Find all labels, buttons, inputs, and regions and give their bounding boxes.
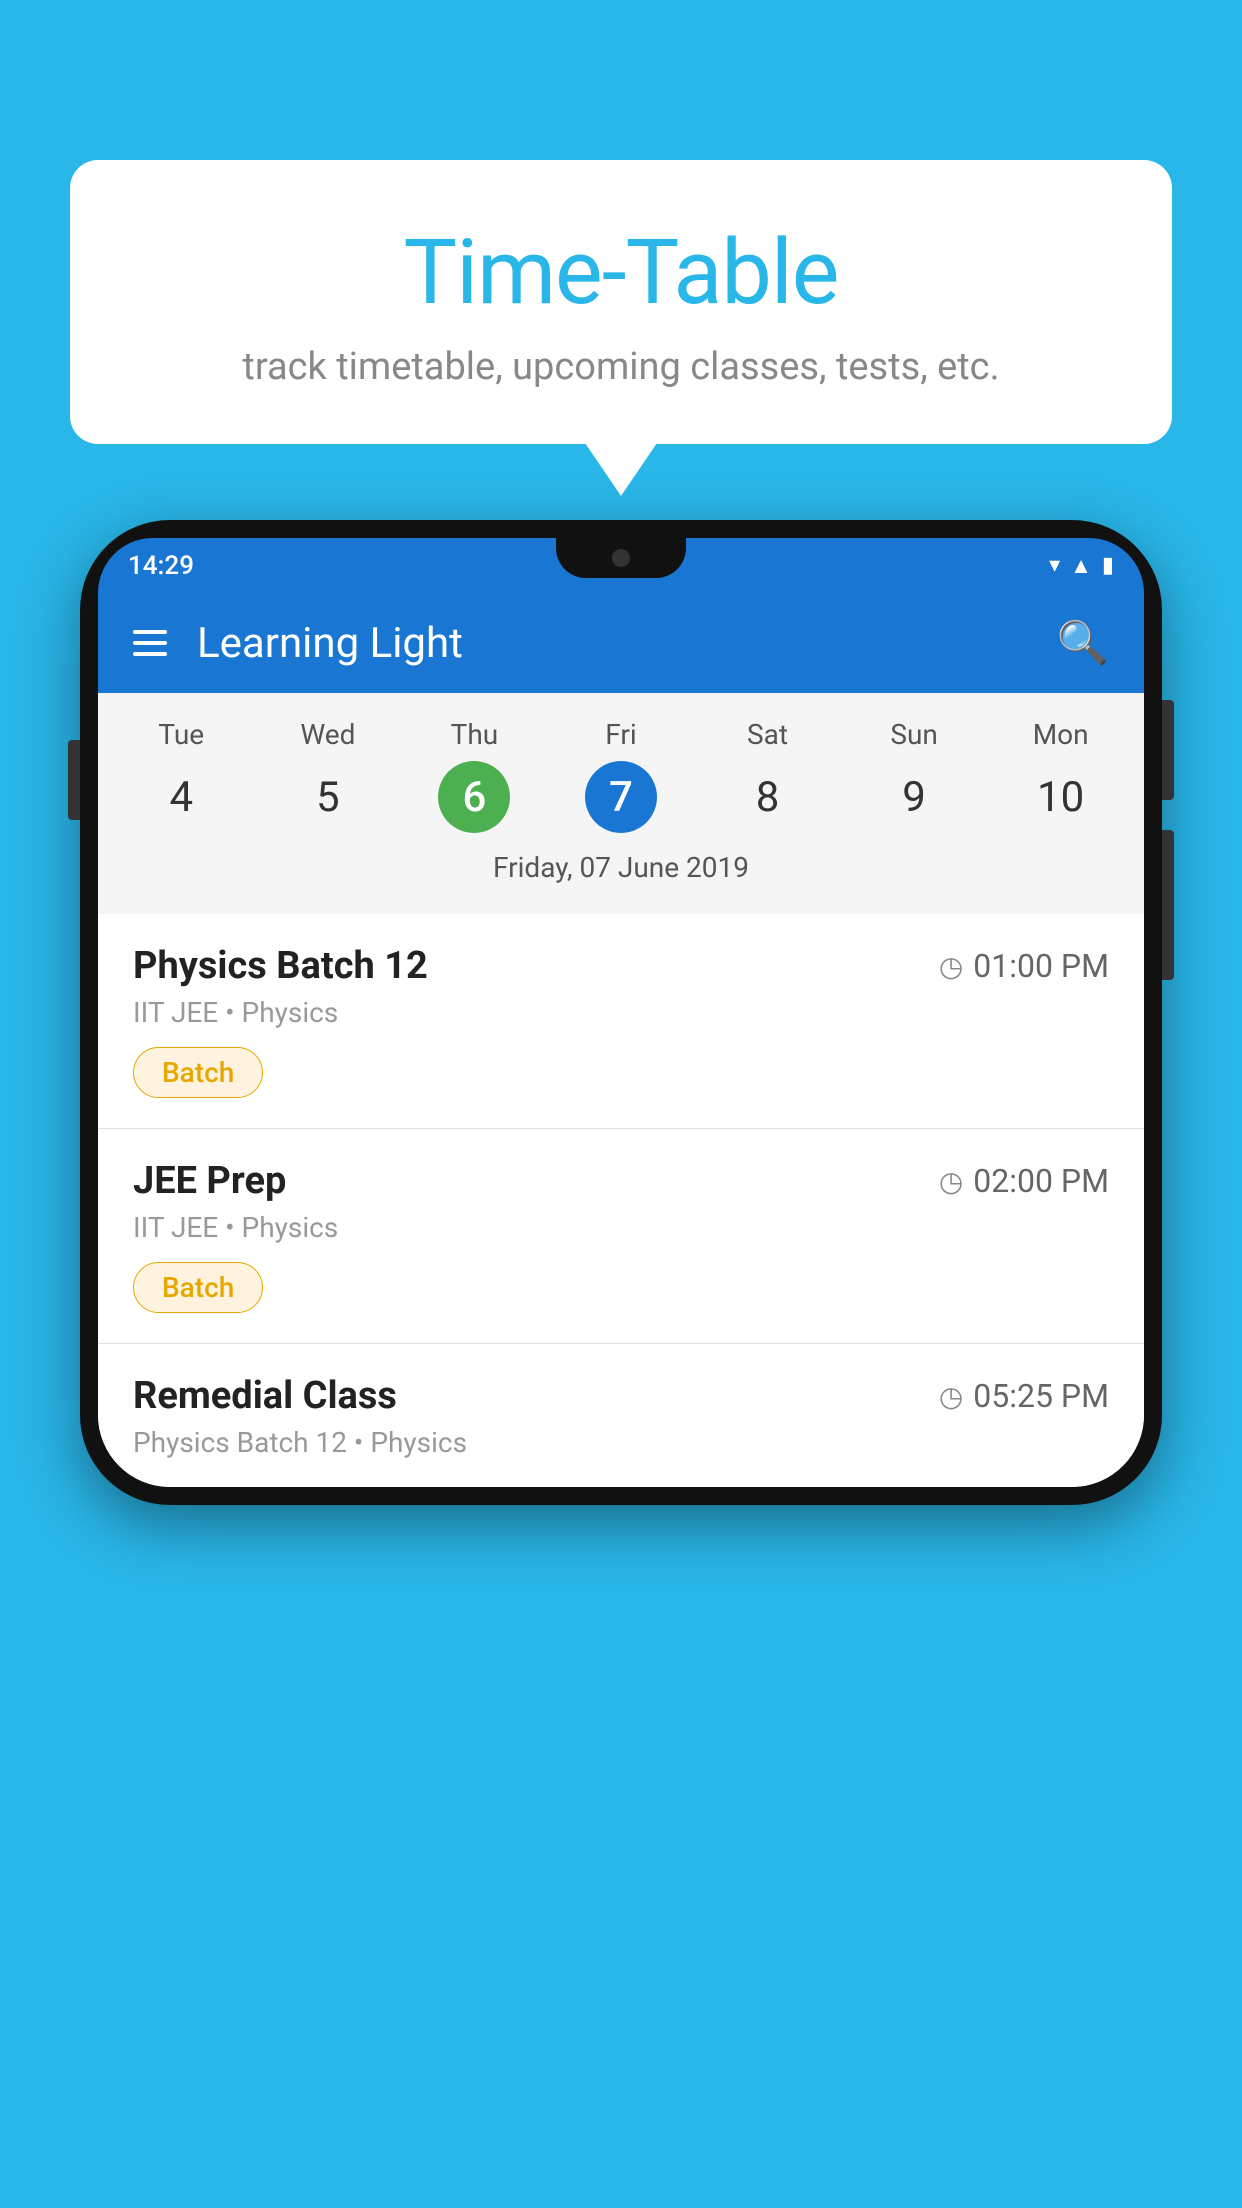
day-number: 8 bbox=[732, 761, 804, 833]
status-time: 14:29 bbox=[128, 551, 194, 581]
search-icon[interactable]: 🔍 bbox=[1057, 619, 1109, 668]
volume-button bbox=[68, 740, 80, 820]
batch-badge: Batch bbox=[133, 1262, 263, 1313]
hamburger-line-3 bbox=[133, 652, 167, 656]
day-cell-mon[interactable]: Mon 10 bbox=[989, 718, 1133, 833]
speech-bubble: Time-Table track timetable, upcoming cla… bbox=[70, 160, 1172, 444]
day-name: Sat bbox=[747, 718, 788, 751]
day-cell-sat[interactable]: Sat 8 bbox=[696, 718, 840, 833]
day-cell-thu[interactable]: Thu 6 bbox=[403, 718, 547, 833]
day-number: 7 bbox=[585, 761, 657, 833]
status-bar: 14:29 ▾ ▲ ▮ bbox=[98, 538, 1144, 593]
schedule-title: Physics Batch 12 bbox=[133, 944, 428, 988]
schedule-time: ◷ 02:00 PM bbox=[939, 1162, 1109, 1200]
schedule-title: JEE Prep bbox=[133, 1159, 286, 1203]
day-number: 10 bbox=[1025, 761, 1097, 833]
schedule-title: Remedial Class bbox=[133, 1374, 397, 1418]
selected-date-label: Friday, 07 June 2019 bbox=[98, 843, 1144, 899]
day-name: Sun bbox=[890, 718, 938, 751]
schedule-subtitle: IIT JEE • Physics bbox=[133, 996, 1109, 1029]
schedule-time: ◷ 01:00 PM bbox=[939, 947, 1109, 985]
days-row: Tue 4 Wed 5 Thu 6 Fri 7 Sat 8 Sun 9 Mon 10 bbox=[98, 718, 1144, 833]
day-cell-fri[interactable]: Fri 7 bbox=[549, 718, 693, 833]
speech-bubble-container: Time-Table track timetable, upcoming cla… bbox=[70, 160, 1172, 444]
notch bbox=[556, 538, 686, 578]
schedule-item[interactable]: Physics Batch 12 ◷ 01:00 PM IIT JEE • Ph… bbox=[98, 914, 1144, 1129]
battery-icon: ▮ bbox=[1102, 553, 1114, 578]
phone-screen: Tue 4 Wed 5 Thu 6 Fri 7 Sat 8 Sun 9 Mon 10 Friday, 07… bbox=[98, 693, 1144, 1487]
wifi-icon: ▾ bbox=[1049, 553, 1060, 578]
day-cell-sun[interactable]: Sun 9 bbox=[842, 718, 986, 833]
day-name: Thu bbox=[451, 718, 499, 751]
schedule-item-partial: Remedial Class ◷ 05:25 PM Physics Batch … bbox=[98, 1344, 1144, 1487]
status-icons: ▾ ▲ ▮ bbox=[1049, 553, 1114, 579]
day-number: 9 bbox=[878, 761, 950, 833]
menu-icon[interactable] bbox=[133, 630, 167, 656]
batch-badge: Batch bbox=[133, 1047, 263, 1098]
hamburger-line-2 bbox=[133, 641, 167, 645]
day-name: Fri bbox=[605, 718, 636, 751]
clock-icon: ◷ bbox=[939, 1165, 963, 1198]
day-number: 6 bbox=[438, 761, 510, 833]
power-button-2 bbox=[1162, 830, 1174, 980]
day-number: 5 bbox=[292, 761, 364, 833]
signal-icon: ▲ bbox=[1070, 553, 1092, 579]
schedule-item[interactable]: JEE Prep ◷ 02:00 PM IIT JEE • Physics Ba… bbox=[98, 1129, 1144, 1344]
day-name: Tue bbox=[158, 718, 204, 751]
schedule-subtitle: IIT JEE • Physics bbox=[133, 1211, 1109, 1244]
app-title: Learning Light bbox=[197, 619, 463, 668]
schedule-item-header: Remedial Class ◷ 05:25 PM bbox=[133, 1374, 1109, 1418]
hamburger-line-1 bbox=[133, 630, 167, 634]
day-name: Mon bbox=[1033, 718, 1089, 751]
calendar-strip: Tue 4 Wed 5 Thu 6 Fri 7 Sat 8 Sun 9 Mon 10 Friday, 07… bbox=[98, 693, 1144, 914]
schedule-item-header: JEE Prep ◷ 02:00 PM bbox=[133, 1159, 1109, 1203]
clock-icon: ◷ bbox=[939, 1380, 963, 1413]
day-cell-tue[interactable]: Tue 4 bbox=[109, 718, 253, 833]
schedule-subtitle: Physics Batch 12 • Physics bbox=[133, 1426, 1109, 1459]
app-bar-left: Learning Light bbox=[133, 619, 463, 668]
app-bar: Learning Light 🔍 bbox=[98, 593, 1144, 693]
camera bbox=[612, 549, 630, 567]
phone-mockup: 14:29 ▾ ▲ ▮ Learning Light 🔍 bbox=[80, 520, 1162, 1505]
schedule-container: Physics Batch 12 ◷ 01:00 PM IIT JEE • Ph… bbox=[98, 914, 1144, 1344]
day-cell-wed[interactable]: Wed 5 bbox=[256, 718, 400, 833]
bubble-subtitle: track timetable, upcoming classes, tests… bbox=[120, 345, 1122, 389]
clock-icon: ◷ bbox=[939, 950, 963, 983]
day-number: 4 bbox=[145, 761, 217, 833]
schedule-time: ◷ 05:25 PM bbox=[939, 1377, 1109, 1415]
phone-frame: 14:29 ▾ ▲ ▮ Learning Light 🔍 bbox=[80, 520, 1162, 1505]
schedule-item-header: Physics Batch 12 ◷ 01:00 PM bbox=[133, 944, 1109, 988]
power-button bbox=[1162, 700, 1174, 800]
day-name: Wed bbox=[300, 718, 355, 751]
bubble-title: Time-Table bbox=[120, 220, 1122, 325]
